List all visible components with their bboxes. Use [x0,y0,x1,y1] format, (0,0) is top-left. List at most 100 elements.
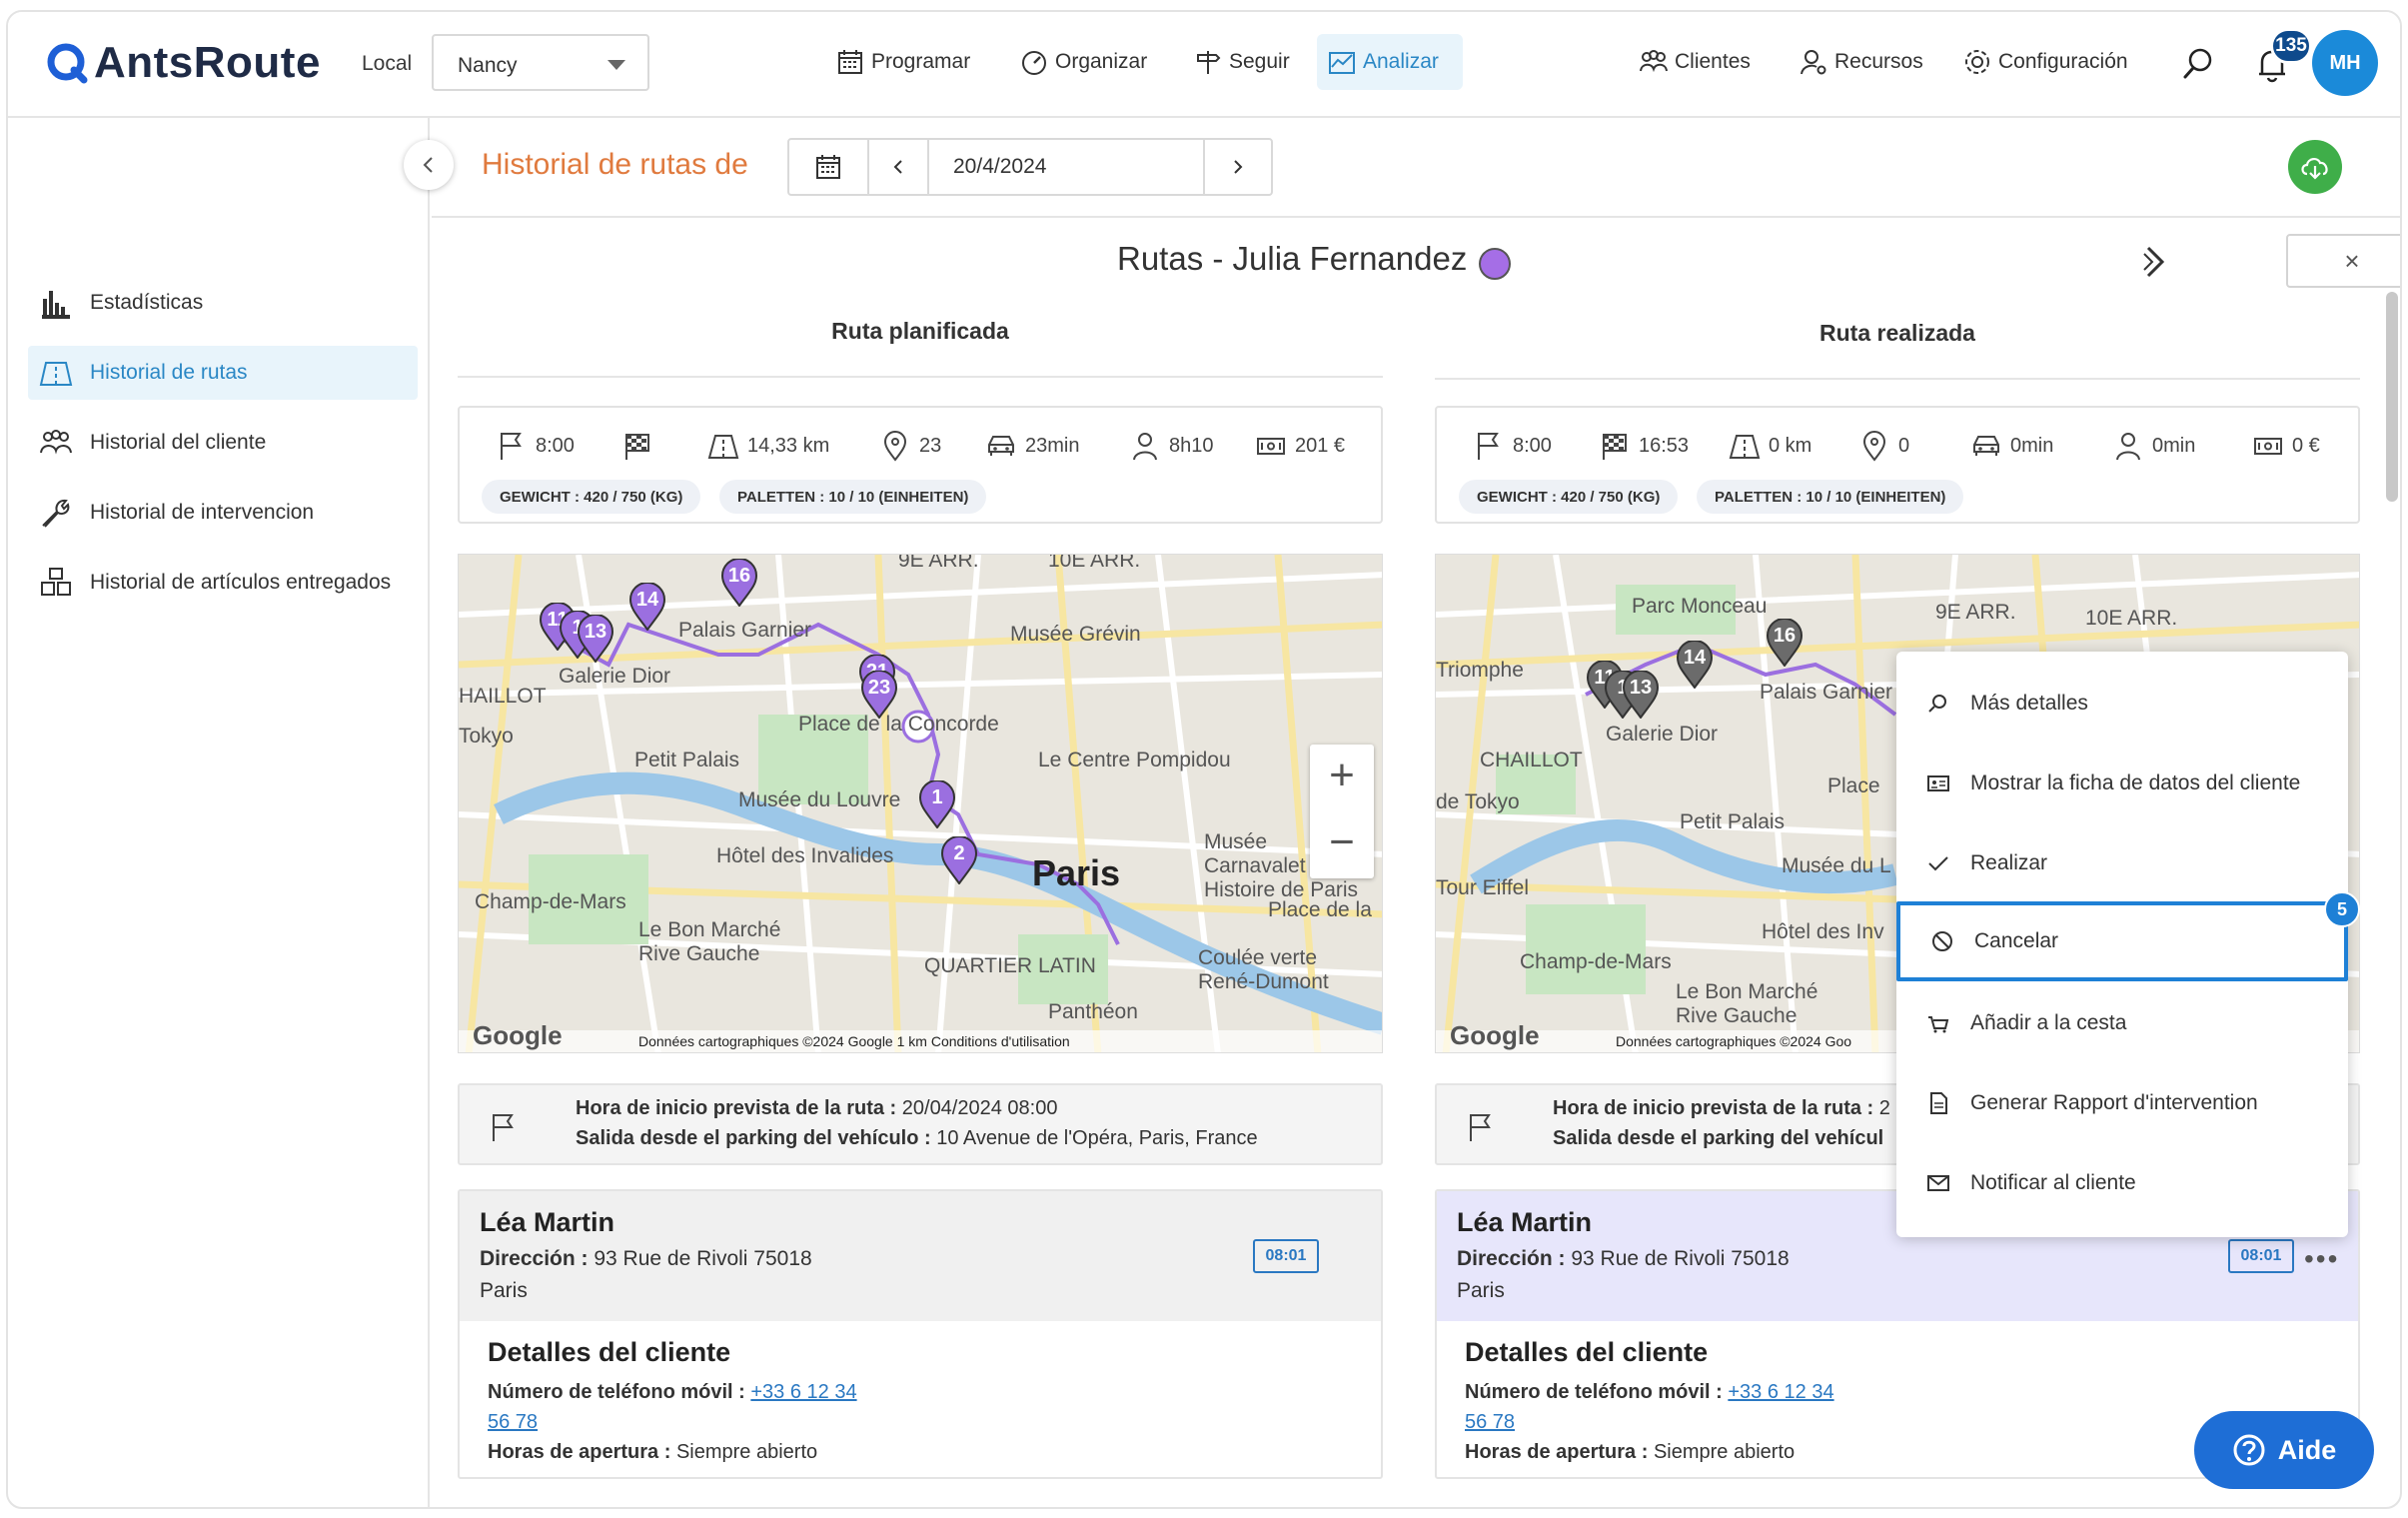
cloud-download-icon [2301,158,2328,180]
start-time-value: 2 [1873,1097,1890,1119]
chevron-right-icon [1234,160,1243,174]
zoom-in-button[interactable]: + [1310,745,1374,810]
sidebar-item-label: Historial de artículos entregados [90,571,392,594]
expand-icon[interactable] [2140,244,2170,280]
client-card-planned[interactable]: Léa Martin Dirección : 93 Rue de Rivoli … [458,1189,1383,1479]
collapse-sidebar-button[interactable] [404,140,454,190]
route-stop-marker[interactable]: 14 [1676,641,1714,689]
route-stop-marker[interactable]: 13 [1622,671,1660,719]
nav-configuracion[interactable]: Configuración [1952,34,2138,90]
map-label: Galerie Dior [559,665,671,688]
help-icon [2233,1434,2265,1466]
logo-text[interactable]: AntsRoute [94,38,321,88]
sidebar-item-historial-cliente[interactable]: Historial del cliente [28,416,418,470]
bar-chart-icon [38,285,74,321]
cloud-download-button[interactable] [2288,140,2342,194]
menu-item-notificar[interactable]: Notificar al cliente [1896,1143,2348,1223]
nav-analizar[interactable]: Analizar [1317,34,1463,90]
marker-label: 14 [1683,647,1707,669]
realized-stats-card: 8:00 16:53 0 km 0 0min 0min 0 € GEWICHT … [1435,406,2360,524]
map-footer: Données cartographiques ©2024 Google 1 k… [459,1030,1382,1052]
local-select[interactable]: Nancy [432,34,649,91]
map-label: HAILLOT [459,685,547,708]
phone-label: Número de teléfono móvil : [488,1381,745,1403]
distance: 0 km [1769,434,1812,457]
google-logo: Google [1450,1020,1540,1050]
google-logo: Google [473,1020,563,1050]
phone-link[interactable]: 56 78 [488,1411,538,1433]
route-stop-marker[interactable]: 1 [918,780,956,828]
menu-item-ficha-cliente[interactable]: Mostrar la ficha de datos del cliente [1896,744,2348,823]
map-label: QUARTIER LATIN [924,954,1096,977]
phone-link[interactable]: +33 6 12 34 [750,1381,856,1403]
address-value: 93 Rue de Rivoli 75018 [1565,1247,1790,1270]
menu-item-cesta[interactable]: Añadir a la cesta [1896,983,2348,1063]
nav-clientes[interactable]: Clientes [1629,34,1761,90]
sidebar-item-estadisticas[interactable]: Estadísticas [28,276,418,330]
next-date-button[interactable] [1205,140,1271,194]
client-city: Paris [1457,1279,1505,1302]
sidebar-item-historial-articulos[interactable]: Historial de artículos entregados [28,556,418,610]
sidebar-item-historial-rutas[interactable]: Historial de rutas [28,346,418,400]
chart-icon [1327,47,1357,77]
work-time: 0min [2152,434,2196,457]
marker-label: 16 [727,565,751,587]
menu-item-rapport[interactable]: Generar Rapport d'intervention [1896,1063,2348,1143]
map-label: Panthéon [1048,1000,1138,1023]
start-time-value: 20/04/2024 08:00 [896,1097,1058,1119]
close-button[interactable]: × [2286,234,2400,288]
cost: 201 € [1295,434,1346,457]
map-label: CHAILLOT [1480,749,1583,771]
phone-label: Número de teléfono móvil : [1465,1381,1723,1403]
map-label: Le Bon Marché Rive Gauche [638,918,781,965]
realized-route-heading: Ruta realizada [1819,320,1975,346]
map-label: 10E ARR. [1048,554,1141,572]
phone-line: Número de teléfono móvil : +33 6 12 34 [488,1381,857,1404]
nav-label: Configuración [1998,50,2128,73]
boxes-icon [38,565,74,601]
zoom-out-button[interactable]: − [1310,812,1374,878]
map-route-icon [38,355,74,391]
wrench-icon [38,495,74,531]
pallets-chip: PALETTEN : 10 / 10 (EINHEITEN) [719,480,987,514]
map-label: Petit Palais [634,749,740,771]
menu-item-label: Notificar al cliente [1970,1171,2136,1194]
calendar-button[interactable] [789,140,869,194]
help-button[interactable]: Aide [2194,1411,2374,1489]
nav-label: Recursos [1834,50,1923,73]
id-card-icon [1927,775,1949,791]
route-stop-marker[interactable]: 16 [1766,619,1804,667]
search-icon[interactable] [2180,46,2216,82]
phone-link[interactable]: +33 6 12 34 [1728,1381,1833,1403]
date-value[interactable]: 20/4/2024 [929,140,1205,194]
planned-route-map[interactable]: 9E ARR. 10E ARR. Palais Garnier Musée Gr… [458,554,1383,1053]
nav-label: Organizar [1055,50,1148,73]
prev-date-button[interactable] [869,140,929,194]
car-icon [988,436,1014,456]
menu-item-cancelar[interactable]: Cancelar [1896,901,2348,981]
nav-seguir[interactable]: Seguir [1183,34,1300,90]
nav-organizar[interactable]: Organizar [1009,34,1157,90]
route-stop-marker[interactable]: 16 [720,559,758,607]
route-stop-marker[interactable]: 13 [577,615,614,663]
menu-item-label: Mostrar la ficha de datos del cliente [1970,771,2301,794]
nav-recursos[interactable]: Recursos [1789,34,1933,90]
route-stop-marker[interactable]: 14 [628,583,666,631]
start-time-label: Hora de inicio prevista de la ruta : [1553,1097,1874,1119]
map-label: Place [1827,774,1880,797]
marker-label: 2 [953,842,965,864]
flag-icon [501,433,522,460]
menu-item-mas-detalles[interactable]: Más detalles [1896,664,2348,744]
avatar[interactable]: MH [2312,30,2378,96]
sidebar-item-historial-intervencion[interactable]: Historial de intervencion [28,486,418,540]
route-stop-marker[interactable]: 23 [860,671,898,719]
nav-programar[interactable]: Programar [825,34,980,90]
map-label: 9E ARR. [1935,601,2016,624]
nav-label: Clientes [1675,50,1751,73]
route-stop-marker[interactable]: 2 [940,836,978,884]
more-options-icon[interactable]: ••• [2304,1243,2339,1275]
scrollbar[interactable] [2386,292,2398,502]
nav-label: Programar [871,50,971,73]
menu-item-realizar[interactable]: Realizar [1896,823,2348,903]
phone-link[interactable]: 56 78 [1465,1411,1515,1433]
